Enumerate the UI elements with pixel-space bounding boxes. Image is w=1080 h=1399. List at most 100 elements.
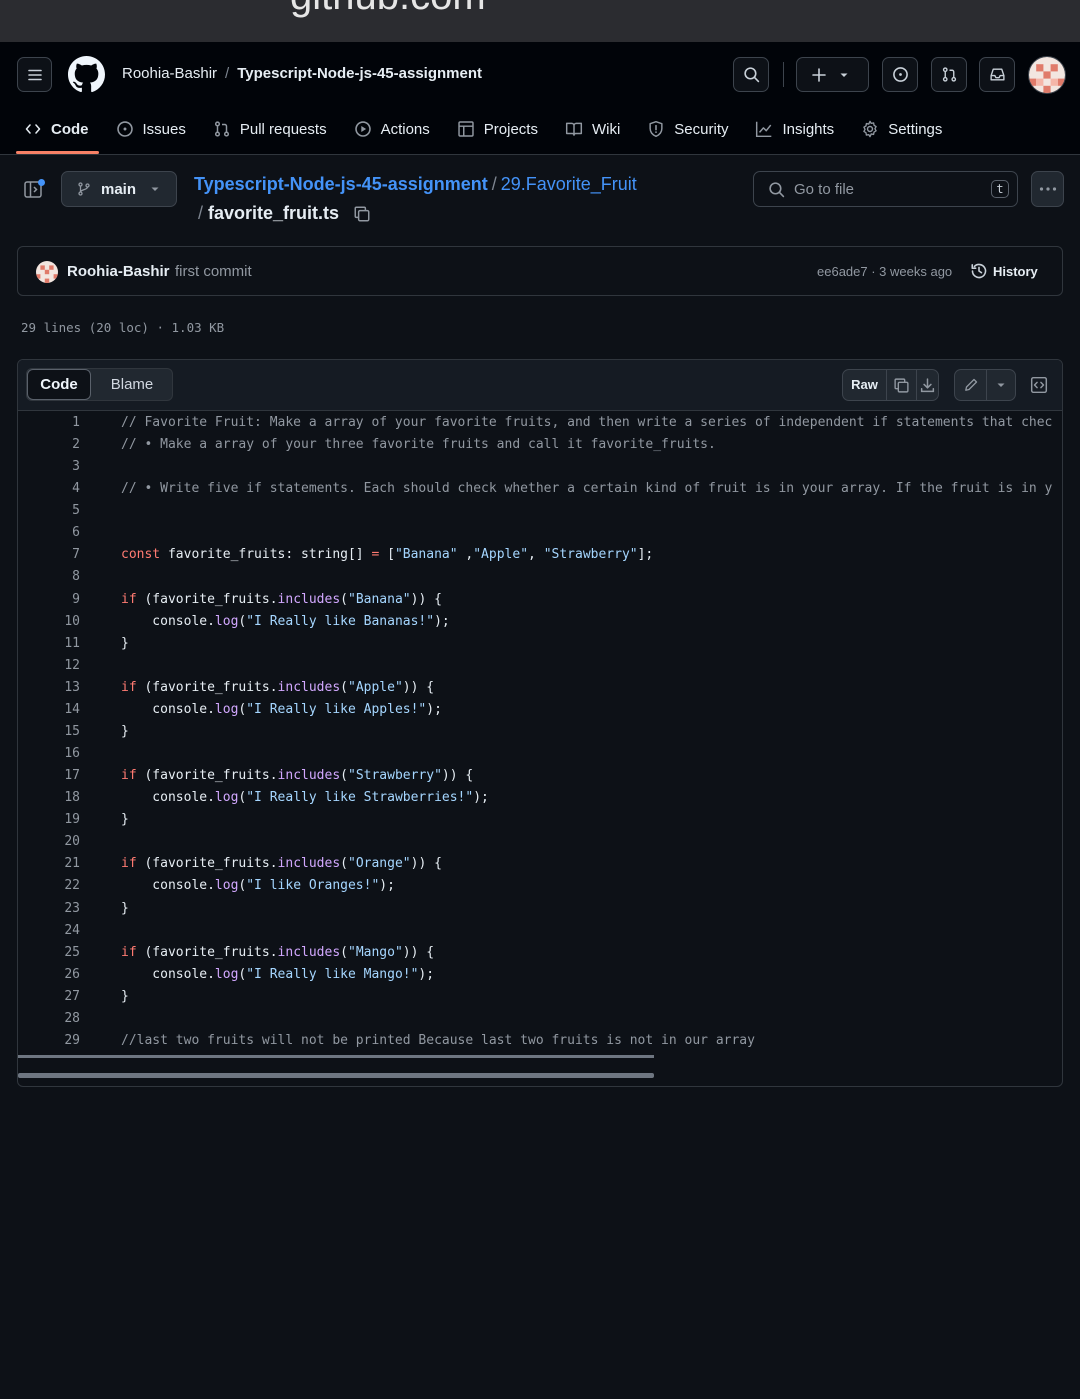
commit-author[interactable]: Roohia-Bashir xyxy=(67,263,170,280)
browser-address-bar[interactable]: github.com xyxy=(0,0,1080,42)
tab-code[interactable]: Code xyxy=(16,116,98,154)
code-line[interactable]: 27} xyxy=(18,986,1062,1008)
tab-actions[interactable]: Actions xyxy=(354,116,430,142)
code-line[interactable]: 10 console.log("I Really like Bananas!")… xyxy=(18,611,1062,633)
line-number[interactable]: 25 xyxy=(18,942,80,964)
line-number[interactable]: 14 xyxy=(18,699,80,721)
line-number[interactable]: 13 xyxy=(18,677,80,699)
code-line[interactable]: 16 xyxy=(18,743,1062,765)
tab-wiki[interactable]: Wiki xyxy=(565,116,620,142)
horizontal-scrollbar-track[interactable] xyxy=(18,1055,654,1058)
code-line[interactable]: 11} xyxy=(18,633,1062,655)
tab-security[interactable]: Security xyxy=(647,116,728,142)
code-line[interactable]: 21 if (favorite_fruits.includes("Orange")… xyxy=(18,853,1062,875)
code-line[interactable]: 1 // Favorite Fruit: Make a array of your… xyxy=(18,412,1062,434)
copy-icon[interactable] xyxy=(353,205,371,223)
go-to-file-input[interactable]: Go to file t xyxy=(753,171,1018,207)
edit-button[interactable] xyxy=(955,370,988,400)
code-line[interactable]: 20 xyxy=(18,831,1062,853)
line-number[interactable]: 11 xyxy=(18,633,80,655)
code-line[interactable]: 23} xyxy=(18,898,1062,920)
line-number[interactable]: 7 xyxy=(18,544,80,566)
line-number[interactable]: 17 xyxy=(18,765,80,787)
horizontal-scrollbar[interactable] xyxy=(18,1073,654,1078)
line-number[interactable]: 2 xyxy=(18,434,80,456)
code-line[interactable]: 7 const favorite_fruits: string[] = ["Ban… xyxy=(18,544,1062,566)
breadcrumb-folder-link[interactable]: 29.Favorite_Fruit xyxy=(501,174,637,194)
tab-blame-view[interactable]: Blame xyxy=(91,369,173,400)
line-number[interactable]: 26 xyxy=(18,964,80,986)
line-number[interactable]: 21 xyxy=(18,853,80,875)
line-number[interactable]: 10 xyxy=(18,611,80,633)
tab-issues[interactable]: Issues xyxy=(116,116,186,142)
code-line[interactable]: 28 xyxy=(18,1008,1062,1030)
download-button[interactable] xyxy=(917,377,938,394)
sidebar-toggle-icon[interactable] xyxy=(24,179,46,204)
tab-insights[interactable]: Insights xyxy=(755,116,834,142)
line-number[interactable]: 12 xyxy=(18,655,80,677)
code-line[interactable]: 8 xyxy=(18,566,1062,588)
line-number[interactable]: 22 xyxy=(18,875,80,897)
more-options-button[interactable] xyxy=(1031,171,1064,207)
code-line[interactable]: 14 console.log("I Really like Apples!"); xyxy=(18,699,1062,721)
code-line[interactable]: 22 console.log("I like Oranges!"); xyxy=(18,875,1062,897)
code-line[interactable]: 18 console.log("I Really like Strawberri… xyxy=(18,787,1062,809)
tab-projects[interactable]: Projects xyxy=(457,116,538,142)
github-logo-icon[interactable] xyxy=(68,56,105,98)
code-line[interactable]: 6 xyxy=(18,522,1062,544)
commit-message[interactable]: first commit xyxy=(175,263,252,280)
owner-link[interactable]: Roohia-Bashir xyxy=(122,65,217,82)
code-line[interactable]: 5 xyxy=(18,500,1062,522)
create-new-button[interactable] xyxy=(796,57,869,92)
code-line[interactable]: 12 xyxy=(18,655,1062,677)
code-line[interactable]: 19} xyxy=(18,809,1062,831)
line-number[interactable]: 5 xyxy=(18,500,80,522)
pull-requests-button[interactable] xyxy=(931,57,967,92)
search-button[interactable] xyxy=(733,57,769,92)
line-number[interactable]: 27 xyxy=(18,986,80,1008)
line-number[interactable]: 20 xyxy=(18,831,80,853)
raw-button[interactable]: Raw xyxy=(843,370,888,400)
code-line[interactable]: 26 console.log("I Really like Mango!"); xyxy=(18,964,1062,986)
code-line[interactable]: 15} xyxy=(18,721,1062,743)
line-number[interactable]: 24 xyxy=(18,920,80,942)
code-line[interactable]: 9 if (favorite_fruits.includes("Banana"))… xyxy=(18,589,1062,611)
repo-link[interactable]: Typescript-Node-js-45-assignment xyxy=(237,65,482,82)
tab-code-view[interactable]: Code xyxy=(27,369,91,400)
code-line[interactable]: 17 if (favorite_fruits.includes("Strawber… xyxy=(18,765,1062,787)
line-number[interactable]: 4 xyxy=(18,478,80,500)
line-number[interactable]: 1 xyxy=(18,412,80,434)
tab-pull-requests[interactable]: Pull requests xyxy=(213,116,327,142)
commit-sha-time[interactable]: ee6ade7 · 3 weeks ago xyxy=(817,264,952,279)
line-number[interactable]: 15 xyxy=(18,721,80,743)
code-line[interactable]: 2 // • Make a array of your three favorit… xyxy=(18,434,1062,456)
line-number[interactable]: 18 xyxy=(18,787,80,809)
code-line[interactable]: 24 xyxy=(18,920,1062,942)
line-number[interactable]: 3 xyxy=(18,456,80,478)
code-line[interactable]: 3 xyxy=(18,456,1062,478)
avatar[interactable] xyxy=(1028,56,1066,94)
code-line[interactable]: 4 // • Write five if statements. Each sho… xyxy=(18,478,1062,500)
line-number[interactable]: 8 xyxy=(18,566,80,588)
line-number[interactable]: 23 xyxy=(18,898,80,920)
code-line[interactable]: 25 if (favorite_fruits.includes("Mango"))… xyxy=(18,942,1062,964)
breadcrumb-repo-link[interactable]: Typescript-Node-js-45-assignment xyxy=(194,174,488,194)
menu-button[interactable] xyxy=(17,57,52,92)
history-button[interactable]: History xyxy=(970,262,1038,280)
edit-dropdown-button[interactable] xyxy=(987,380,1015,390)
inbox-button[interactable] xyxy=(979,57,1015,92)
line-number[interactable]: 19 xyxy=(18,809,80,831)
line-number[interactable]: 9 xyxy=(18,589,80,611)
line-number[interactable]: 28 xyxy=(18,1008,80,1030)
line-number[interactable]: 6 xyxy=(18,522,80,544)
line-number[interactable]: 16 xyxy=(18,743,80,765)
code-line[interactable]: 13 if (favorite_fruits.includes("Apple"))… xyxy=(18,677,1062,699)
issues-button[interactable] xyxy=(882,57,918,92)
copy-raw-button[interactable] xyxy=(887,370,918,400)
symbols-panel-button[interactable] xyxy=(1030,376,1048,399)
code-line[interactable]: 29 //last two fruits will not be printed … xyxy=(18,1030,1062,1052)
branch-select-button[interactable]: main xyxy=(61,171,177,207)
line-number[interactable]: 29 xyxy=(18,1030,80,1052)
commit-author-avatar[interactable] xyxy=(36,261,58,283)
tab-settings[interactable]: Settings xyxy=(861,116,942,142)
